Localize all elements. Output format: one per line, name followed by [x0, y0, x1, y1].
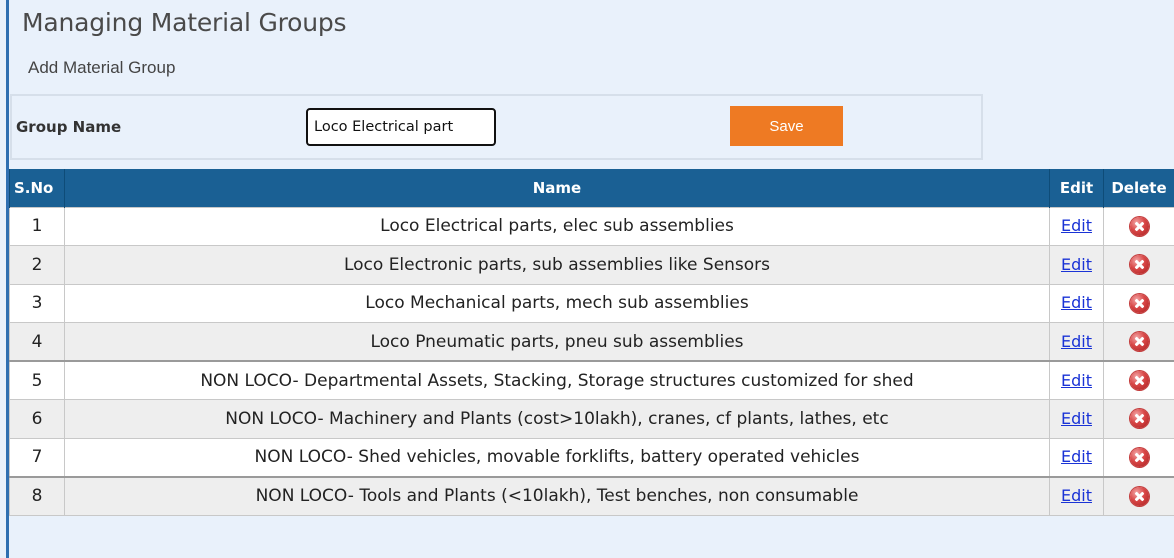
- column-header-edit: Edit: [1049, 169, 1104, 207]
- row-sno: 4: [9, 322, 65, 362]
- delete-icon[interactable]: [1129, 447, 1149, 467]
- row-delete-cell: [1103, 245, 1174, 285]
- row-sno: 7: [9, 437, 65, 477]
- row-edit-cell: Edit: [1049, 437, 1104, 477]
- row-delete-cell: [1103, 283, 1174, 323]
- row-edit-cell: Edit: [1049, 475, 1104, 516]
- group-name-label: Group Name: [16, 118, 122, 136]
- page-title: Managing Material Groups: [22, 8, 347, 37]
- delete-icon[interactable]: [1129, 332, 1149, 351]
- add-group-form: Group Name Save: [10, 94, 983, 160]
- row-name: NON LOCO- Machinery and Plants (cost>10l…: [64, 399, 1050, 439]
- delete-icon[interactable]: [1129, 216, 1149, 236]
- row-name: Loco Electrical parts, elec sub assembli…: [64, 206, 1050, 246]
- row-sno: 2: [9, 245, 65, 285]
- row-delete-cell: [1103, 360, 1174, 400]
- table-row: 8 NON LOCO- Tools and Plants (<10lakh), …: [9, 475, 1174, 516]
- delete-icon[interactable]: [1129, 409, 1149, 429]
- table-row: 7 NON LOCO- Shed vehicles, movable forkl…: [9, 437, 1174, 477]
- row-delete-cell: [1103, 206, 1174, 246]
- row-edit-cell: Edit: [1049, 360, 1104, 400]
- save-button[interactable]: Save: [730, 106, 843, 146]
- table-header-row: S.No Name Edit Delete: [9, 169, 1174, 207]
- row-edit-cell: Edit: [1049, 322, 1104, 362]
- edit-link[interactable]: Edit: [1061, 332, 1092, 351]
- table-row: 3 Loco Mechanical parts, mech sub assemb…: [9, 283, 1174, 323]
- edit-link[interactable]: Edit: [1061, 409, 1092, 428]
- table-row: 1 Loco Electrical parts, elec sub assemb…: [9, 206, 1174, 246]
- row-sno: 8: [9, 475, 65, 516]
- delete-icon[interactable]: [1129, 255, 1149, 275]
- edit-link[interactable]: Edit: [1061, 293, 1092, 312]
- row-name: Loco Electronic parts, sub assemblies li…: [64, 245, 1050, 285]
- row-edit-cell: Edit: [1049, 245, 1104, 285]
- table-row: 5 NON LOCO- Departmental Assets, Stackin…: [9, 360, 1174, 400]
- edit-link[interactable]: Edit: [1061, 447, 1092, 466]
- row-edit-cell: Edit: [1049, 399, 1104, 439]
- table-row: 2 Loco Electronic parts, sub assemblies …: [9, 245, 1174, 285]
- row-name: Loco Mechanical parts, mech sub assembli…: [64, 283, 1050, 323]
- row-edit-cell: Edit: [1049, 206, 1104, 246]
- table-row: 6 NON LOCO- Machinery and Plants (cost>1…: [9, 399, 1174, 439]
- row-sno: 5: [9, 360, 65, 400]
- row-delete-cell: [1103, 322, 1174, 362]
- group-name-input[interactable]: [306, 108, 496, 146]
- row-name: NON LOCO- Departmental Assets, Stacking,…: [64, 360, 1050, 400]
- row-delete-cell: [1103, 437, 1174, 477]
- column-header-delete: Delete: [1103, 169, 1174, 207]
- row-sno: 1: [9, 206, 65, 246]
- row-name: NON LOCO- Tools and Plants (<10lakh), Te…: [64, 475, 1050, 516]
- column-header-name: Name: [64, 169, 1050, 207]
- material-groups-table: S.No Name Edit Delete 1 Loco Electrical …: [9, 169, 1174, 516]
- table-row: 4 Loco Pneumatic parts, pneu sub assembl…: [9, 322, 1174, 362]
- row-delete-cell: [1103, 399, 1174, 439]
- edit-link[interactable]: Edit: [1061, 255, 1092, 274]
- row-edit-cell: Edit: [1049, 283, 1104, 323]
- edit-link[interactable]: Edit: [1061, 371, 1092, 390]
- add-material-group-heading: Add Material Group: [28, 58, 176, 77]
- column-header-sno: S.No: [9, 169, 65, 207]
- delete-icon[interactable]: [1129, 371, 1149, 390]
- row-name: NON LOCO- Shed vehicles, movable forklif…: [64, 437, 1050, 477]
- row-name: Loco Pneumatic parts, pneu sub assemblie…: [64, 322, 1050, 362]
- row-delete-cell: [1103, 475, 1174, 516]
- delete-icon[interactable]: [1129, 486, 1149, 506]
- row-sno: 3: [9, 283, 65, 323]
- edit-link[interactable]: Edit: [1061, 216, 1092, 235]
- delete-icon[interactable]: [1129, 293, 1149, 313]
- row-sno: 6: [9, 399, 65, 439]
- edit-link[interactable]: Edit: [1061, 486, 1092, 505]
